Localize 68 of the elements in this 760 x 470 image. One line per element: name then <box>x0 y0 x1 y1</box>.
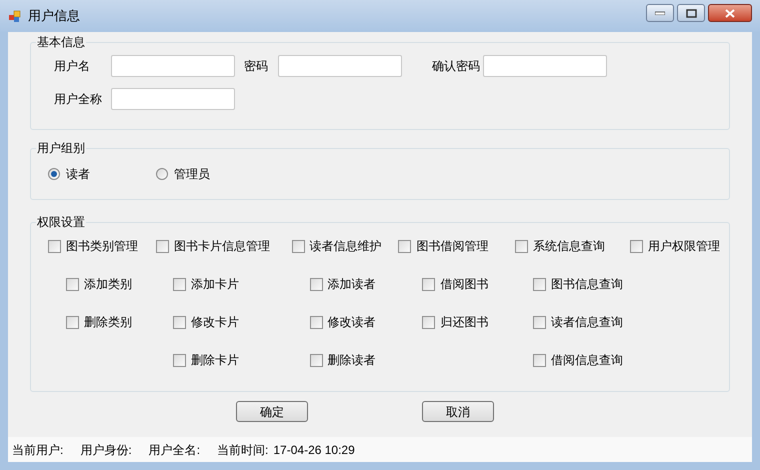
checkbox[interactable] <box>292 240 304 252</box>
close-icon <box>725 8 735 18</box>
checkbox[interactable] <box>156 240 169 252</box>
checkbox[interactable] <box>310 278 322 290</box>
checkbox-label: 借阅图书 <box>440 276 488 293</box>
checkbox-label: 读者信息维护 <box>310 238 382 255</box>
radio-label: 管理员 <box>174 166 210 183</box>
checkbox[interactable] <box>310 354 322 366</box>
checkbox-label: 删除卡片 <box>190 352 239 369</box>
status-label: 当前用户: <box>12 442 64 458</box>
field-label: 密码 <box>244 58 269 75</box>
checkbox[interactable] <box>422 278 436 290</box>
checkbox-label: 图书信息查询 <box>551 276 624 293</box>
minimize-button[interactable] <box>646 4 674 22</box>
window-title: 用户信息 <box>28 7 80 26</box>
checkbox[interactable] <box>172 316 186 328</box>
checkbox[interactable] <box>172 354 186 366</box>
checkbox-label: 图书借阅管理 <box>416 238 488 255</box>
field-label: 用户全称 <box>54 91 103 108</box>
checkbox[interactable] <box>630 240 644 252</box>
dialog-button[interactable]: 取消 <box>422 401 494 422</box>
checkbox[interactable] <box>398 240 412 252</box>
minimize-icon <box>655 11 665 15</box>
checkbox-label: 图书类别管理 <box>66 238 138 255</box>
checkbox-label: 添加读者 <box>328 276 376 293</box>
text-field[interactable] <box>483 55 607 77</box>
close-button[interactable] <box>708 4 752 22</box>
checkbox-label: 用户权限管理 <box>648 238 720 255</box>
checkbox-label: 修改读者 <box>328 314 376 331</box>
checkbox-label: 系统信息查询 <box>533 238 606 255</box>
checkbox-label: 删除读者 <box>328 352 376 369</box>
group-title: 用户组别 <box>36 140 86 156</box>
checkbox[interactable] <box>533 316 546 328</box>
checkbox[interactable] <box>66 278 79 290</box>
maximize-icon <box>686 8 696 18</box>
checkbox-label: 读者信息查询 <box>551 314 624 331</box>
app-icon <box>8 9 22 23</box>
radio-button[interactable] <box>156 168 168 180</box>
checkbox-label: 删除类别 <box>84 314 132 331</box>
field-label: 确认密码 <box>432 58 481 75</box>
status-time: 17-04-26 10:29 <box>273 442 355 458</box>
radio-label: 读者 <box>66 166 90 183</box>
checkbox-label: 归还图书 <box>440 314 488 331</box>
status-label: 用户全名: <box>148 442 200 458</box>
checkbox[interactable] <box>515 240 528 252</box>
checkbox[interactable] <box>422 316 436 328</box>
radio-button[interactable] <box>48 168 60 180</box>
checkbox[interactable] <box>172 278 186 290</box>
maximize-button[interactable] <box>677 4 705 22</box>
checkbox-label: 图书卡片信息管理 <box>174 238 270 255</box>
checkbox[interactable] <box>533 354 546 366</box>
checkbox[interactable] <box>48 240 61 252</box>
group-title: 基本信息 <box>36 34 86 50</box>
checkbox[interactable] <box>66 316 79 328</box>
checkbox[interactable] <box>533 278 546 290</box>
dialog-button[interactable]: 确定 <box>236 401 308 422</box>
group-title: 权限设置 <box>36 214 86 230</box>
checkbox-label: 修改卡片 <box>190 314 239 331</box>
status-label: 当前时间: <box>217 442 268 458</box>
checkbox-label: 添加卡片 <box>190 276 239 293</box>
text-field[interactable] <box>278 55 402 77</box>
text-field[interactable] <box>111 55 235 77</box>
checkbox[interactable] <box>310 316 322 328</box>
text-field[interactable] <box>111 88 235 110</box>
status-label: 用户身份: <box>80 442 132 458</box>
field-label: 用户名 <box>54 58 91 75</box>
checkbox-label: 借阅信息查询 <box>551 352 624 369</box>
checkbox-label: 添加类别 <box>84 276 132 293</box>
